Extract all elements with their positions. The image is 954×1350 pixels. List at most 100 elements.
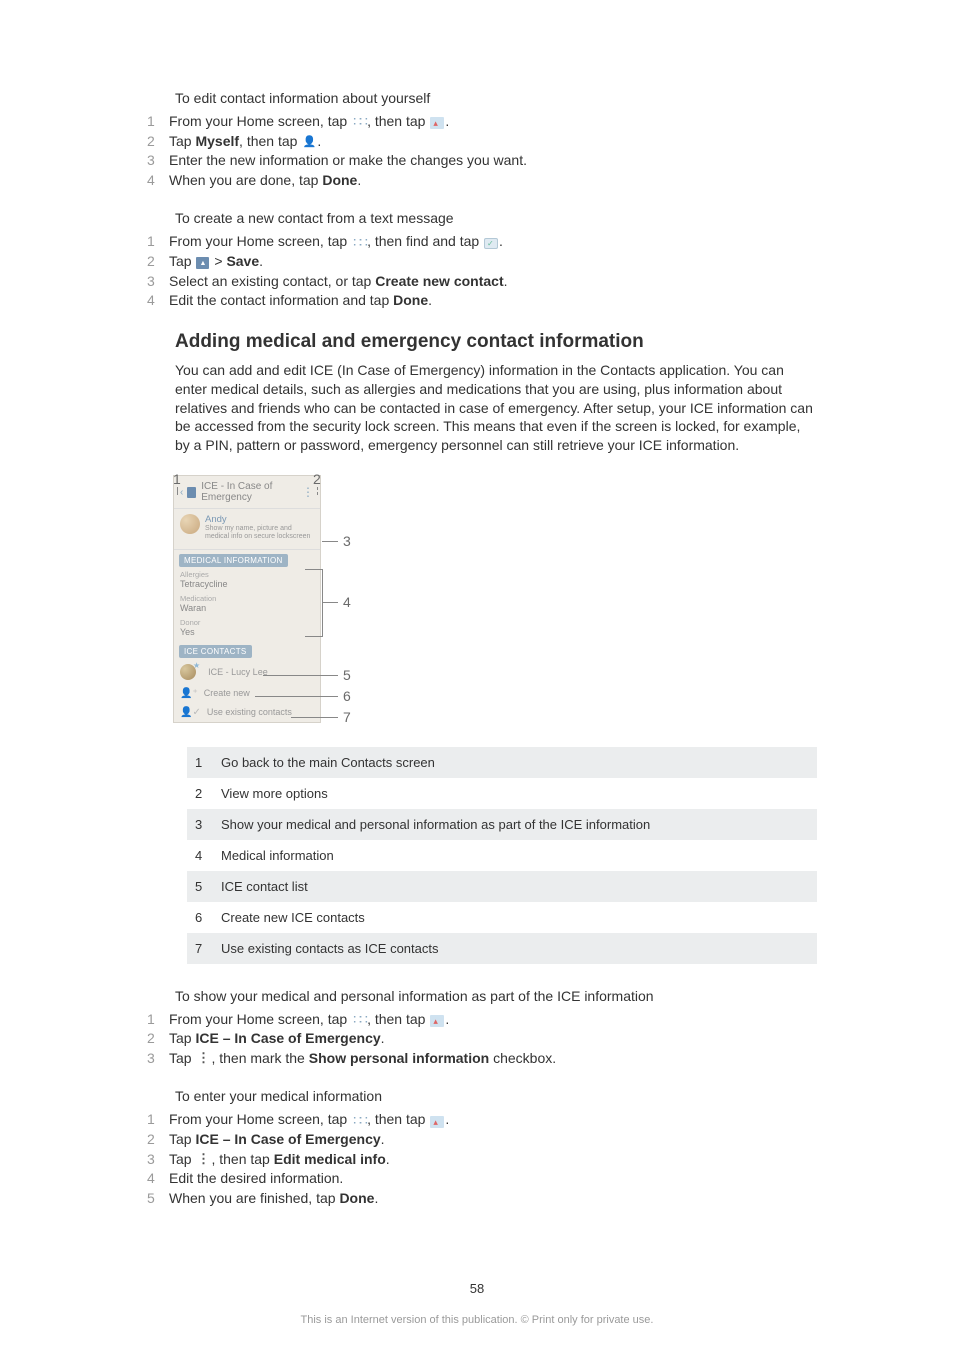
t: Tap (169, 1030, 195, 1046)
legend-num: 1 (195, 755, 221, 770)
t: Tap (169, 133, 195, 149)
t: From your Home screen, tap (169, 233, 351, 249)
step-num: 1 (147, 1010, 169, 1030)
overflow-menu-icon (196, 1153, 210, 1165)
callout-3: 3 (343, 533, 351, 549)
step-text: Tap > Save. (169, 252, 815, 272)
legend-num: 2 (195, 786, 221, 801)
body-paragraph: You can add and edit ICE (In Case of Eme… (175, 361, 815, 455)
bold: Done (393, 292, 428, 308)
legend-num: 6 (195, 910, 221, 925)
step-num: 2 (147, 132, 169, 152)
use-existing-label: Use existing contacts (207, 707, 292, 717)
t: . (317, 133, 321, 149)
create-new-label: Create new (204, 688, 250, 698)
menu-dots-icon: ⋮ (302, 485, 314, 499)
pill-medical: MEDICAL INFORMATION (179, 554, 288, 567)
step-num: 2 (147, 1130, 169, 1150)
t: , then tap (367, 113, 429, 129)
step-text: Tap ICE – In Case of Emergency. (169, 1130, 815, 1150)
t: > (210, 253, 226, 269)
avatar-icon (180, 514, 200, 534)
step-list: 1 From your Home screen, tap , then find… (147, 232, 815, 310)
step-text: From your Home screen, tap , then tap . (169, 112, 815, 132)
t: Tap (169, 253, 195, 269)
edit-contact-icon (302, 135, 316, 147)
legend-text: Show your medical and personal informati… (221, 817, 650, 832)
t: , then tap (239, 133, 301, 149)
t: . (381, 1030, 385, 1046)
field-value: Yes (180, 627, 314, 637)
bold: Edit medical info (274, 1151, 386, 1167)
callout-line (323, 602, 338, 603)
step-text: Tap ICE – In Case of Emergency. (169, 1029, 815, 1049)
use-contact-icon: 👤✓ (180, 707, 201, 718)
contacts-icon (430, 1015, 444, 1027)
user-name: Andy (205, 514, 314, 525)
bold: ICE – In Case of Emergency (195, 1131, 380, 1147)
bold: Create new contact (375, 273, 503, 289)
t: . (357, 172, 361, 188)
pill-ice: ICE CONTACTS (179, 645, 252, 658)
step-text: Edit the contact information and tap Don… (169, 291, 815, 311)
callout-line (177, 487, 178, 495)
step-num: 3 (147, 272, 169, 292)
step-text: Edit the desired information. (169, 1169, 815, 1189)
callout-line (255, 696, 338, 697)
section-title: To create a new contact from a text mess… (175, 210, 815, 226)
heading-h2: Adding medical and emergency contact inf… (175, 331, 815, 353)
t: Tap (169, 1050, 195, 1066)
legend-table: 1Go back to the main Contacts screen 2Vi… (187, 747, 817, 964)
field-label: Allergies (180, 570, 314, 579)
step-text: Tap Myself, then tap . (169, 132, 815, 152)
step-num: 1 (147, 232, 169, 252)
overflow-menu-icon (196, 1052, 210, 1064)
step-text: Tap , then mark the Show personal inform… (169, 1049, 815, 1069)
footer-text: This is an Internet version of this publ… (0, 1314, 954, 1326)
t: . (428, 292, 432, 308)
t: , then tap (367, 1011, 429, 1027)
create-new-row: 👤⁺Create new (174, 684, 320, 703)
callout-1: 1 (173, 471, 181, 487)
contact-picker-icon (196, 257, 209, 269)
bold: Done (322, 172, 357, 188)
star-icon: ★ (193, 661, 200, 670)
t: Edit the contact information and tap (169, 292, 393, 308)
t: From your Home screen, tap (169, 1111, 351, 1127)
step-num: 1 (147, 112, 169, 132)
step-text: From your Home screen, tap , then tap . (169, 1110, 815, 1130)
t: , then tap (211, 1151, 273, 1167)
field-value: Waran (180, 603, 314, 613)
section-title: To enter your medical information (175, 1088, 815, 1104)
phone-header: ‹ ICE - In Case of Emergency ⋮ (174, 476, 320, 509)
step-num: 4 (147, 171, 169, 191)
step-text: When you are done, tap Done. (169, 171, 815, 191)
bold: Done (339, 1190, 374, 1206)
t: checkbox. (489, 1050, 556, 1066)
ice-screen-diagram: 1 2 ‹ ICE - In Case of Emergency ⋮ Andy … (173, 475, 343, 722)
phone-mock: ‹ ICE - In Case of Emergency ⋮ Andy Show… (173, 475, 321, 722)
phone-user-row: Andy Show my name, picture and medical i… (174, 509, 320, 549)
callout-6: 6 (343, 688, 351, 704)
step-text: From your Home screen, tap , then tap . (169, 1010, 815, 1030)
messaging-icon (484, 238, 498, 249)
callout-2: 2 (313, 471, 321, 487)
field-label: Medication (180, 594, 314, 603)
ice-contact-row: ★ICE - Lucy Lee (174, 660, 320, 684)
apps-grid-icon (352, 1013, 366, 1025)
legend-text: ICE contact list (221, 879, 308, 894)
t: , then tap (367, 1111, 429, 1127)
contacts-icon (430, 117, 444, 129)
legend-text: Create new ICE contacts (221, 910, 365, 925)
t: Select an existing contact, or tap (169, 273, 375, 289)
t: Tap (169, 1151, 195, 1167)
page-number: 58 (0, 1281, 954, 1296)
step-num: 1 (147, 1110, 169, 1130)
step-num: 3 (147, 1150, 169, 1170)
t: . (259, 253, 263, 269)
t: . (381, 1131, 385, 1147)
step-text: Select an existing contact, or tap Creat… (169, 272, 815, 292)
use-existing-row: 👤✓ Use existing contacts (174, 703, 320, 722)
contacts-icon (430, 1116, 444, 1128)
t: From your Home screen, tap (169, 113, 351, 129)
